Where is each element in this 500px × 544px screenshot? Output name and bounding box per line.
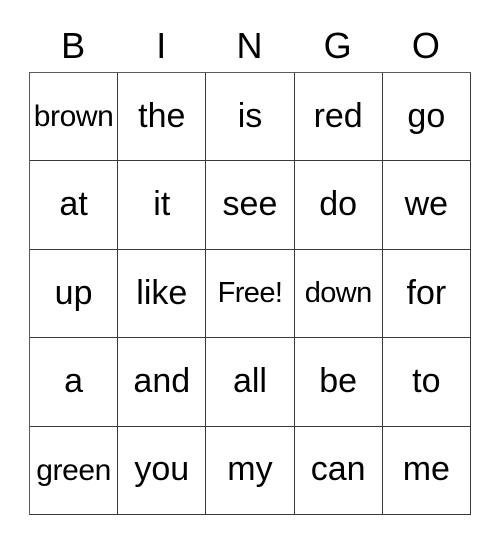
bingo-cell[interactable]: down <box>294 249 383 339</box>
bingo-row: at it see do we <box>30 161 471 250</box>
bingo-cell-label: go <box>407 96 446 135</box>
bingo-cell[interactable]: me <box>382 426 471 515</box>
bingo-cell-label: at <box>59 185 88 224</box>
bingo-cell-label: it <box>153 185 171 224</box>
bingo-cell-label: can <box>310 450 366 489</box>
bingo-header-letter-n: N <box>236 25 263 66</box>
bingo-cell-label: the <box>138 96 186 135</box>
bingo-cell[interactable]: and <box>118 338 207 427</box>
bingo-cell[interactable]: at <box>30 161 119 250</box>
bingo-cell-label: green <box>36 453 111 487</box>
bingo-cell[interactable]: see <box>206 161 295 250</box>
bingo-grid: brown the is red go at it see do we up l… <box>29 72 471 515</box>
bingo-cell[interactable]: all <box>206 338 295 427</box>
bingo-cell-label: brown <box>33 99 114 133</box>
bingo-free-space-label: Free! <box>217 277 283 310</box>
bingo-row: brown the is red go <box>30 73 471 162</box>
bingo-header-letter-g: G <box>323 25 352 66</box>
bingo-cell[interactable]: be <box>294 338 383 427</box>
bingo-cell[interactable]: can <box>294 426 383 515</box>
bingo-cell-label: up <box>54 273 93 312</box>
bingo-cell-label: do <box>319 185 358 224</box>
bingo-row: a and all be to <box>30 338 471 427</box>
bingo-card: B I N G O brown the is red go at it see … <box>29 20 471 515</box>
bingo-cell[interactable]: brown <box>30 73 119 162</box>
bingo-cell[interactable]: it <box>118 161 207 250</box>
bingo-cell-free-space[interactable]: Free! <box>206 249 295 339</box>
bingo-header-letter-b: B <box>61 25 86 66</box>
bingo-cell[interactable]: go <box>382 73 471 162</box>
bingo-cell[interactable]: my <box>206 426 295 515</box>
bingo-cell[interactable]: red <box>294 73 383 162</box>
bingo-cell-label: see <box>222 185 278 224</box>
bingo-cell-label: to <box>412 362 441 401</box>
bingo-cell-label: down <box>304 277 373 310</box>
bingo-cell[interactable]: do <box>294 161 383 250</box>
bingo-cell[interactable]: to <box>382 338 471 427</box>
bingo-cell-label: all <box>232 362 267 401</box>
bingo-cell[interactable]: we <box>382 161 471 250</box>
bingo-cell-label: like <box>136 273 188 312</box>
bingo-cell-label: red <box>313 96 363 135</box>
bingo-cell[interactable]: green <box>30 426 119 515</box>
bingo-cell[interactable]: you <box>118 426 207 515</box>
bingo-cell-label: my <box>227 450 273 489</box>
bingo-cell[interactable]: the <box>118 73 207 162</box>
bingo-cell-label: we <box>404 185 449 224</box>
bingo-cell[interactable]: a <box>30 338 119 427</box>
bingo-header-row: B I N G O <box>29 20 471 72</box>
bingo-cell-label: me <box>402 450 450 489</box>
bingo-cell-label: a <box>64 362 84 401</box>
bingo-header-letter-i: I <box>156 25 167 66</box>
bingo-cell[interactable]: like <box>118 249 207 339</box>
bingo-cell-label: be <box>319 362 358 401</box>
bingo-row: green you my can me <box>30 426 471 515</box>
bingo-cell-label: for <box>406 273 447 312</box>
bingo-header-letter-o: O <box>411 25 440 66</box>
bingo-row: up like Free! down for <box>30 249 471 339</box>
bingo-cell-label: is <box>237 96 263 135</box>
bingo-cell[interactable]: is <box>206 73 295 162</box>
bingo-cell[interactable]: for <box>382 249 471 339</box>
bingo-cell[interactable]: up <box>30 249 119 339</box>
bingo-cell-label: you <box>134 450 190 489</box>
bingo-cell-label: and <box>133 362 191 401</box>
